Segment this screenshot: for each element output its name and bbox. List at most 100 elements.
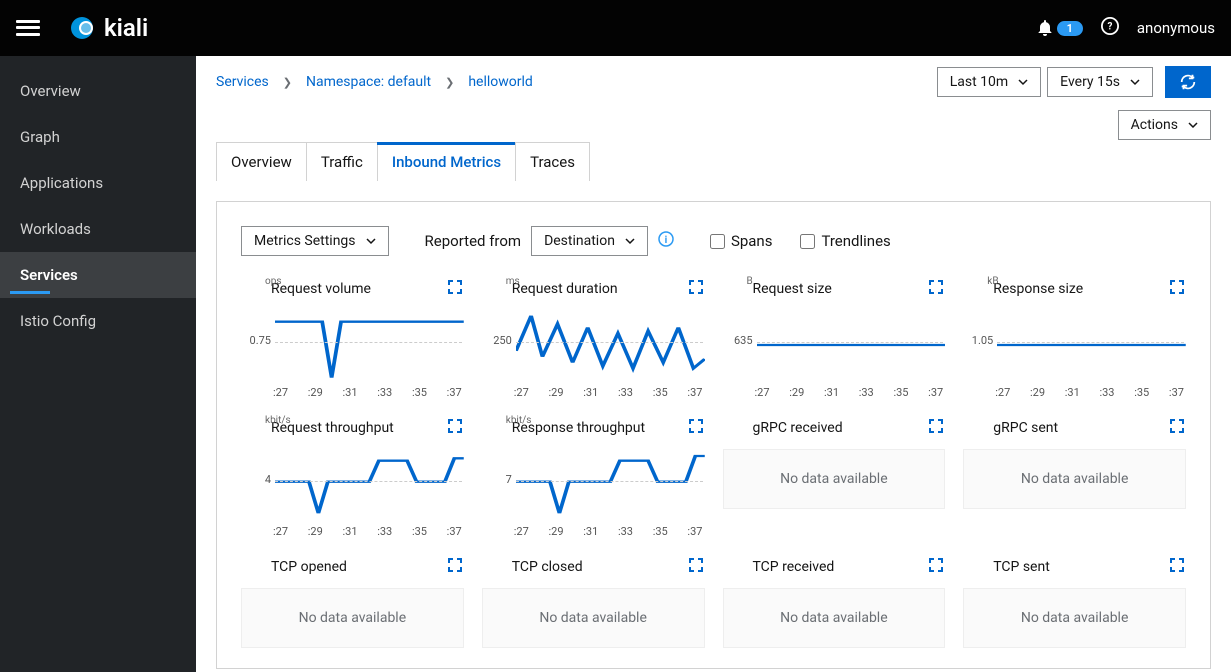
chart-svg [275,310,464,380]
breadcrumb-services[interactable]: Services [216,74,269,90]
sidebar-item-istio-config[interactable]: Istio Config [0,298,196,344]
chart-svg [997,310,1186,380]
x-tick-label: :27 [273,525,288,538]
no-data-message: No data available [723,449,946,509]
y-tick-label: 635 [723,334,753,347]
refresh-button[interactable] [1165,66,1211,98]
x-tick-label: :37 [447,386,462,399]
spans-checkbox[interactable]: Spans [710,232,773,250]
expand-button[interactable] [927,417,945,439]
x-tick-label: :33 [1099,386,1114,399]
y-gridline [275,481,462,482]
chart-title: Response size [963,281,1083,297]
expand-button[interactable] [927,556,945,578]
chart-body: 635 [723,302,946,384]
brand-logo[interactable]: kiali [68,14,148,42]
chart-request-volume: Request volumeops0.75:27:29:31:33:35:37 [241,278,464,399]
metrics-settings-label: Metrics Settings [254,233,356,249]
content-area: Services ❯ Namespace: default ❯ hellowor… [196,56,1231,672]
x-axis: :27:29:31:33:35:37 [241,386,464,399]
hamburger-menu[interactable] [16,16,40,40]
expand-button[interactable] [687,278,705,300]
chart-svg [275,449,464,519]
reported-from-select[interactable]: Destination [531,226,648,256]
breadcrumb-namespace[interactable]: Namespace: default [306,74,431,90]
reported-from-label: Reported from [425,232,522,250]
expand-button[interactable] [1168,556,1186,578]
breadcrumb-service[interactable]: helloworld [468,74,532,90]
x-tick-label: :31 [824,386,839,399]
x-tick-label: :33 [859,386,874,399]
spans-checkbox-input[interactable] [710,234,725,249]
chart-request-duration: Request durationms250:27:29:31:33:35:37 [482,278,705,399]
y-tick-label: 7 [482,473,512,486]
trendlines-checkbox-input[interactable] [800,234,815,249]
y-axis-unit: B [747,276,753,287]
chevron-right-icon: ❯ [283,76,292,89]
sidebar-item-applications[interactable]: Applications [0,160,196,206]
chart-svg [516,449,705,519]
actions-menu[interactable]: Actions [1118,110,1211,140]
x-tick-label: :31 [583,386,598,399]
trendlines-label: Trendlines [821,232,890,250]
sidebar-item-overview[interactable]: Overview [0,68,196,114]
help-button[interactable]: ? [1101,17,1119,39]
metrics-settings-select[interactable]: Metrics Settings [241,226,389,256]
user-menu[interactable]: anonymous [1137,19,1215,37]
expand-icon [1170,419,1184,433]
chart-title: Request volume [241,281,371,297]
x-tick-label: :33 [377,386,392,399]
x-tick-label: :29 [548,525,563,538]
chart-response-throughput: Response throughputkbit/s7:27:29:31:33:3… [482,417,705,538]
y-tick-label: 1.05 [963,334,993,347]
chart-grid: Request volumeops0.75:27:29:31:33:35:37R… [241,278,1186,648]
chart-grpc-received: gRPC receivedNo data available [723,417,946,538]
tab-inbound-metrics[interactable]: Inbound Metrics [377,142,516,181]
x-axis: :27:29:31:33:35:37 [241,525,464,538]
tab-traffic[interactable]: Traffic [306,142,378,181]
expand-button[interactable] [446,556,464,578]
sidebar-item-workloads[interactable]: Workloads [0,206,196,252]
expand-icon [1170,558,1184,572]
caret-down-icon [366,236,376,246]
expand-button[interactable] [446,417,464,439]
caret-down-icon [1018,77,1028,87]
expand-button[interactable] [687,556,705,578]
expand-icon [448,419,462,433]
caret-down-icon [625,236,635,246]
notifications-button[interactable]: 1 [1037,20,1083,36]
expand-button[interactable] [1168,417,1186,439]
x-tick-label: :35 [412,386,427,399]
time-range-select[interactable]: Last 10m [937,67,1041,97]
info-icon[interactable]: i [658,231,674,251]
x-tick-label: :37 [687,386,702,399]
y-axis-unit: ms [506,276,520,287]
tab-traces[interactable]: Traces [515,142,590,181]
tab-overview[interactable]: Overview [216,142,307,181]
trendlines-checkbox[interactable]: Trendlines [800,232,890,250]
x-axis: :27:29:31:33:35:37 [482,525,705,538]
expand-button[interactable] [446,278,464,300]
sidebar-item-graph[interactable]: Graph [0,114,196,160]
y-gridline [516,342,703,343]
expand-button[interactable] [687,417,705,439]
expand-button[interactable] [927,278,945,300]
x-tick-label: :29 [548,386,563,399]
x-tick-label: :27 [514,525,529,538]
actions-label: Actions [1131,117,1178,133]
sidebar: OverviewGraphApplicationsWorkloadsServic… [0,56,196,672]
chart-body: 250 [482,302,705,384]
sidebar-item-services[interactable]: Services [0,252,196,298]
x-tick-label: :29 [1030,386,1045,399]
caret-down-icon [1188,120,1198,130]
y-gridline [275,342,462,343]
refresh-icon [1179,73,1197,91]
y-gridline [516,481,703,482]
x-tick-label: :35 [653,386,668,399]
refresh-interval-select[interactable]: Every 15s [1047,67,1153,97]
notification-badge: 1 [1057,21,1083,36]
chart-title: TCP sent [963,559,1050,575]
x-tick-label: :27 [995,386,1010,399]
expand-icon [689,280,703,294]
expand-button[interactable] [1168,278,1186,300]
